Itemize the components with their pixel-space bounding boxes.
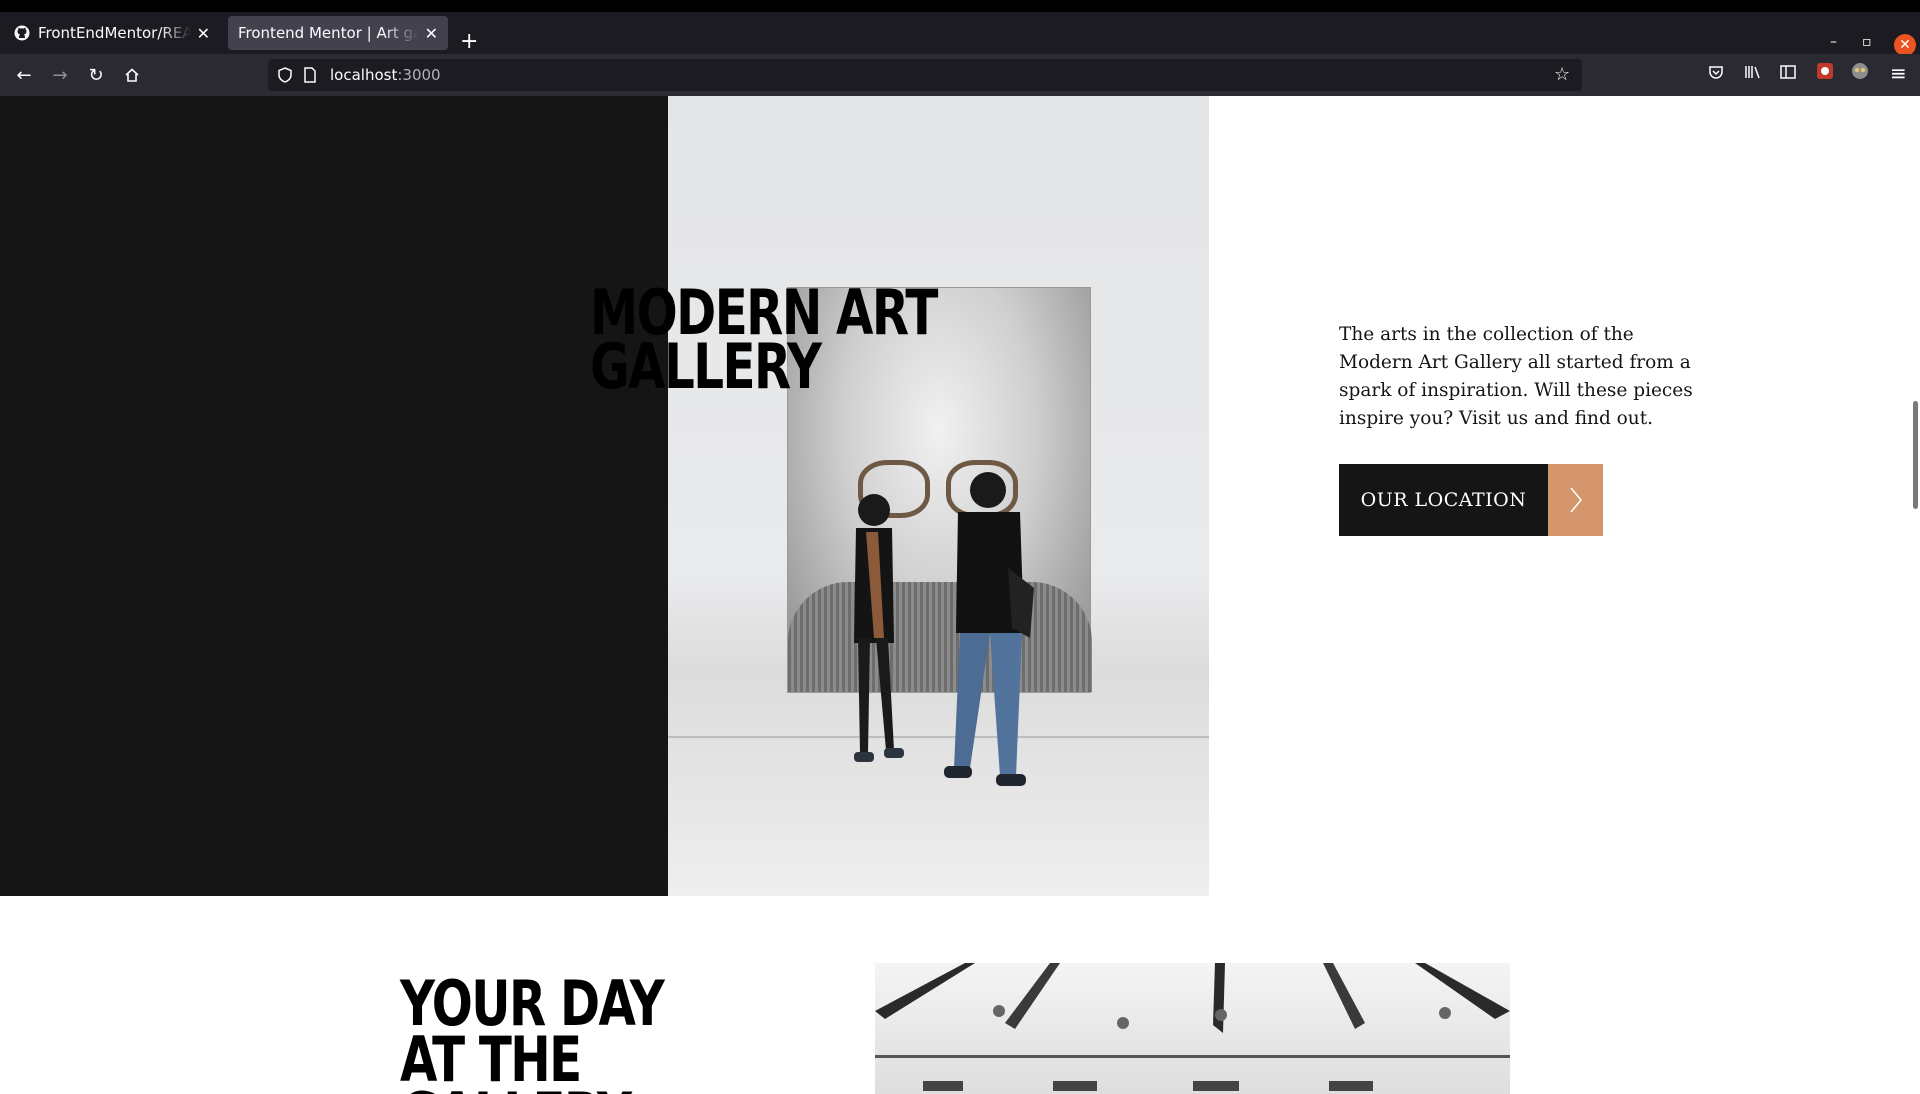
chevron-right-icon — [1548, 464, 1603, 536]
new-tab-icon[interactable]: + — [460, 31, 478, 53]
menu-icon[interactable]: ≡ — [1890, 61, 1907, 85]
tab-title: FrontEndMentor/READM — [38, 24, 191, 42]
hero-title: MODERN ART GALLERY — [590, 276, 938, 403]
address-bar[interactable]: localhost:3000 ☆ — [268, 59, 1582, 91]
page-viewport: MODERN ART GALLERY The arts in the colle… — [0, 96, 1920, 1094]
restore-icon[interactable]: ▫ — [1862, 34, 1872, 50]
shield-icon[interactable] — [278, 67, 292, 83]
gallery-interior-image — [875, 963, 1510, 1094]
window-top-strip — [0, 0, 1920, 12]
extension-icon[interactable] — [1816, 62, 1834, 84]
sidebar-icon[interactable] — [1780, 64, 1796, 84]
scrollbar-thumb[interactable] — [1913, 401, 1918, 509]
visitor-woman — [854, 494, 904, 762]
url-port: :3000 — [397, 66, 441, 84]
section-title: YOUR DAY AT THE GALLERY — [400, 967, 665, 1094]
window-close-icon[interactable]: ✕ — [1894, 34, 1916, 56]
account-avatar-icon[interactable] — [1851, 62, 1869, 84]
url-host: localhost — [330, 66, 398, 84]
hero-image — [668, 96, 1209, 896]
close-tab-icon[interactable]: ✕ — [425, 24, 438, 43]
tab-readme[interactable]: FrontEndMentor/READM ✕ — [4, 16, 220, 50]
tab-title: Frontend Mentor | Art galler — [238, 24, 419, 42]
pocket-icon[interactable] — [1708, 64, 1724, 84]
close-tab-icon[interactable]: ✕ — [197, 24, 210, 43]
back-icon[interactable]: ← — [12, 63, 36, 87]
page-icon[interactable] — [304, 67, 316, 83]
bookmark-star-icon[interactable]: ☆ — [1554, 64, 1570, 85]
github-icon — [14, 25, 30, 41]
tab-art-gallery[interactable]: Frontend Mentor | Art galler ✕ — [228, 16, 448, 50]
tab-bar: FrontEndMentor/READM ✕ Frontend Mentor |… — [0, 12, 1920, 56]
our-location-label: OUR LOCATION — [1339, 464, 1548, 536]
navigation-bar: ← → ↻ localhost:3000 ☆ ≡ — [0, 54, 1920, 96]
visitor-man — [944, 472, 1034, 786]
url-text[interactable]: localhost:3000 — [330, 66, 441, 84]
forward-icon[interactable]: → — [48, 63, 72, 87]
hero-dark-panel — [0, 96, 668, 896]
reload-icon[interactable]: ↻ — [84, 63, 108, 87]
our-location-button[interactable]: OUR LOCATION — [1339, 464, 1603, 536]
home-icon[interactable] — [120, 63, 144, 87]
library-icon[interactable] — [1744, 64, 1762, 84]
minimize-icon[interactable]: – — [1830, 34, 1837, 50]
hero-description: The arts in the collection of the Modern… — [1339, 324, 1693, 429]
